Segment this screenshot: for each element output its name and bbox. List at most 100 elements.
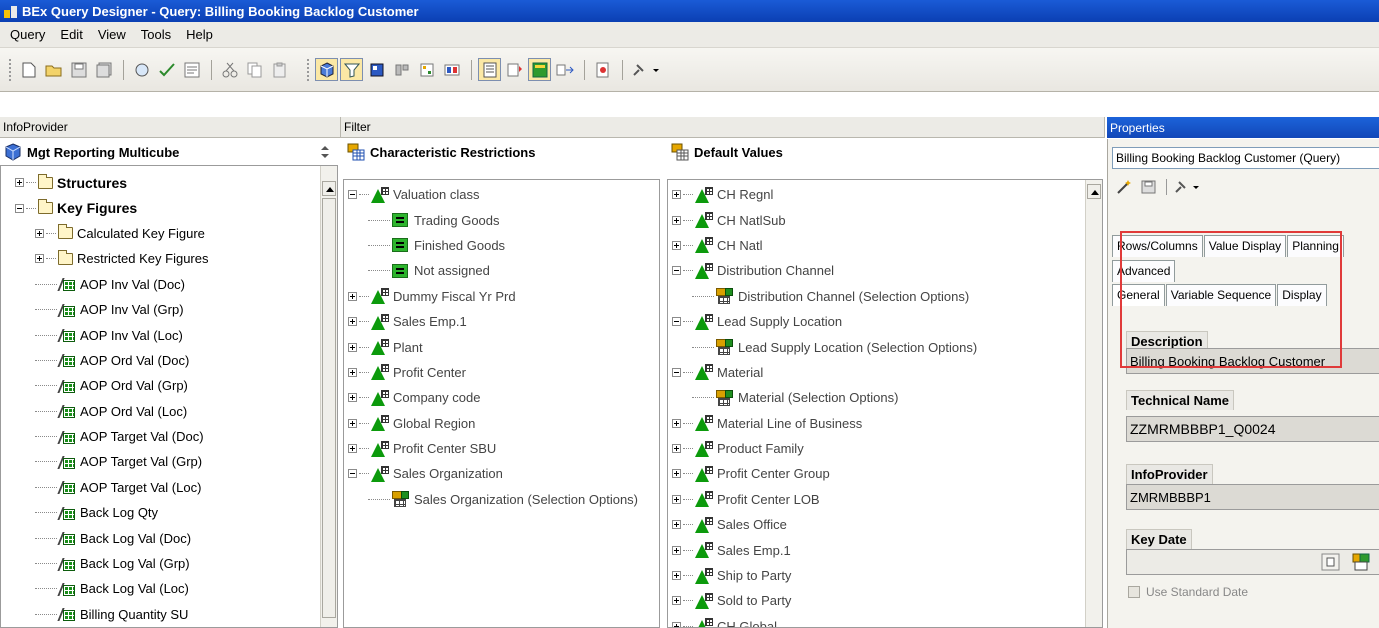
use-standard-date-option[interactable]: Use Standard Date <box>1128 585 1248 599</box>
expand-icon[interactable] <box>672 469 681 479</box>
tree-row[interactable]: AOP Target Val (Doc) <box>15 424 337 449</box>
key-date-field[interactable] <box>1126 549 1379 575</box>
expand-icon[interactable] <box>672 596 681 606</box>
copy-date-icon[interactable] <box>1321 553 1341 571</box>
exceptions-button[interactable] <box>440 58 463 81</box>
menu-query[interactable]: Query <box>10 27 45 42</box>
tree-row[interactable]: Key Figures <box>15 195 337 220</box>
toolbar-grip[interactable] <box>307 58 310 81</box>
tree-row[interactable]: AOP Target Val (Grp) <box>15 449 337 474</box>
expand-icon[interactable] <box>348 418 357 428</box>
tree-row[interactable]: Not assigned <box>348 258 659 283</box>
expand-icon[interactable] <box>672 494 681 504</box>
tree-row[interactable]: Distribution Channel <box>672 258 1102 283</box>
tree-row[interactable]: CH Global <box>672 614 1102 627</box>
sort-arrows-icon[interactable] <box>318 145 332 159</box>
expand-icon[interactable] <box>348 291 357 301</box>
collapse-icon[interactable] <box>348 190 357 200</box>
properties-view-button[interactable] <box>478 58 501 81</box>
toolbar-grip[interactable] <box>9 58 12 81</box>
expand-icon[interactable] <box>672 190 681 200</box>
tree-row[interactable]: AOP Ord Val (Doc) <box>15 348 337 373</box>
collapse-icon[interactable] <box>672 317 681 327</box>
tree-row[interactable]: AOP Inv Val (Loc) <box>15 322 337 347</box>
use-standard-date-checkbox[interactable] <box>1128 586 1140 598</box>
tools-dropdown-button[interactable] <box>629 58 663 81</box>
scroll-up-arrow-icon[interactable] <box>1087 184 1101 199</box>
tree-row[interactable]: Sales Organization (Selection Options) <box>348 487 659 512</box>
wand-icon[interactable] <box>1116 179 1134 195</box>
save-button[interactable] <box>67 58 90 81</box>
menu-edit[interactable]: Edit <box>60 27 82 42</box>
tree-row[interactable]: AOP Target Val (Loc) <box>15 475 337 500</box>
tree-row[interactable]: Back Log Val (Grp) <box>15 551 337 576</box>
tree-row[interactable]: Valuation class <box>348 182 659 207</box>
tree-row[interactable]: Lead Supply Location <box>672 309 1102 334</box>
messages-button[interactable] <box>528 58 551 81</box>
paste-button[interactable] <box>268 58 291 81</box>
scroll-thumb[interactable] <box>322 198 336 618</box>
menu-tools[interactable]: Tools <box>141 27 171 42</box>
publish-button[interactable] <box>130 58 153 81</box>
save-all-button[interactable] <box>92 58 115 81</box>
tree-row[interactable]: Distribution Channel (Selection Options) <box>672 284 1102 309</box>
tree-row[interactable]: Global Region <box>348 411 659 436</box>
default-values-scrollbar[interactable] <box>1085 180 1102 627</box>
tree-row[interactable]: Calculated Key Figure <box>15 221 337 246</box>
tree-row[interactable]: Sales Emp.1 <box>672 537 1102 562</box>
tree-row[interactable]: CH NatlSub <box>672 207 1102 232</box>
conditions-button[interactable] <box>415 58 438 81</box>
rows-columns-button[interactable] <box>365 58 388 81</box>
tree-row[interactable]: Restricted Key Figures <box>15 246 337 271</box>
window-titlebar[interactable]: BEx Query Designer - Query: Billing Book… <box>0 0 1379 22</box>
expand-icon[interactable] <box>672 444 681 454</box>
expand-icon[interactable] <box>348 444 357 454</box>
tree-row[interactable]: AOP Ord Val (Grp) <box>15 373 337 398</box>
cut-button[interactable] <box>218 58 241 81</box>
collapse-icon[interactable] <box>672 367 681 377</box>
characteristic-restrictions-tree[interactable]: Valuation class Trading Goods Finished Goo… <box>343 179 660 628</box>
tree-row[interactable]: CH Natl <box>672 233 1102 258</box>
collapse-icon[interactable] <box>672 266 681 276</box>
tree-row[interactable]: Back Log Qty <box>15 500 337 525</box>
infoprovider-tree[interactable]: Structures Key Figures Calculated Key Figu… <box>0 165 338 628</box>
tree-row[interactable]: Profit Center LOB <box>672 487 1102 512</box>
copy-button[interactable] <box>243 58 266 81</box>
tree-row[interactable]: Material (Selection Options) <box>672 385 1102 410</box>
expand-icon[interactable] <box>672 215 681 225</box>
tree-row[interactable]: Profit Center SBU <box>348 436 659 461</box>
tree-row[interactable]: AOP Ord Val (Loc) <box>15 399 337 424</box>
tree-row[interactable]: Material Line of Business <box>672 411 1102 436</box>
tree-row[interactable]: Sold to Party <box>672 588 1102 613</box>
expand-icon[interactable] <box>672 571 681 581</box>
tree-row[interactable]: Trading Goods <box>348 207 659 232</box>
cells-button[interactable] <box>390 58 413 81</box>
expand-icon[interactable] <box>672 418 681 428</box>
expand-icon[interactable] <box>672 240 681 250</box>
filter-view-button[interactable] <box>340 58 363 81</box>
expand-icon[interactable] <box>672 520 681 530</box>
tree-row[interactable]: Back Log Val (Doc) <box>15 525 337 550</box>
infoprovider-view-button[interactable] <box>315 58 338 81</box>
tree-row[interactable]: Product Family <box>672 436 1102 461</box>
documents-button[interactable] <box>591 58 614 81</box>
tree-row[interactable]: Billing Quantity SU <box>15 602 337 627</box>
menu-help[interactable]: Help <box>186 27 213 42</box>
menu-view[interactable]: View <box>98 27 126 42</box>
new-query-button[interactable] <box>17 58 40 81</box>
tree-row[interactable]: Dummy Fiscal Yr Prd <box>348 284 659 309</box>
tree-row[interactable]: Sales Emp.1 <box>348 309 659 334</box>
scroll-up-arrow-icon[interactable] <box>322 181 336 196</box>
tree-row[interactable]: Lead Supply Location (Selection Options) <box>672 334 1102 359</box>
collapse-icon[interactable] <box>15 203 24 213</box>
expand-icon[interactable] <box>348 317 357 327</box>
tree-row[interactable]: Finished Goods <box>348 233 659 258</box>
query-properties-button[interactable] <box>180 58 203 81</box>
technical-name-field[interactable]: ZZMRMBBBP1_Q0024 <box>1126 416 1379 442</box>
tasks-button[interactable] <box>503 58 526 81</box>
expand-icon[interactable] <box>672 545 681 555</box>
tree-row[interactable]: CH Regnl <box>672 182 1102 207</box>
tree-row[interactable]: AOP Inv Val (Grp) <box>15 297 337 322</box>
tree-row[interactable]: Profit Center <box>348 360 659 385</box>
tree-row[interactable]: Company code <box>348 385 659 410</box>
